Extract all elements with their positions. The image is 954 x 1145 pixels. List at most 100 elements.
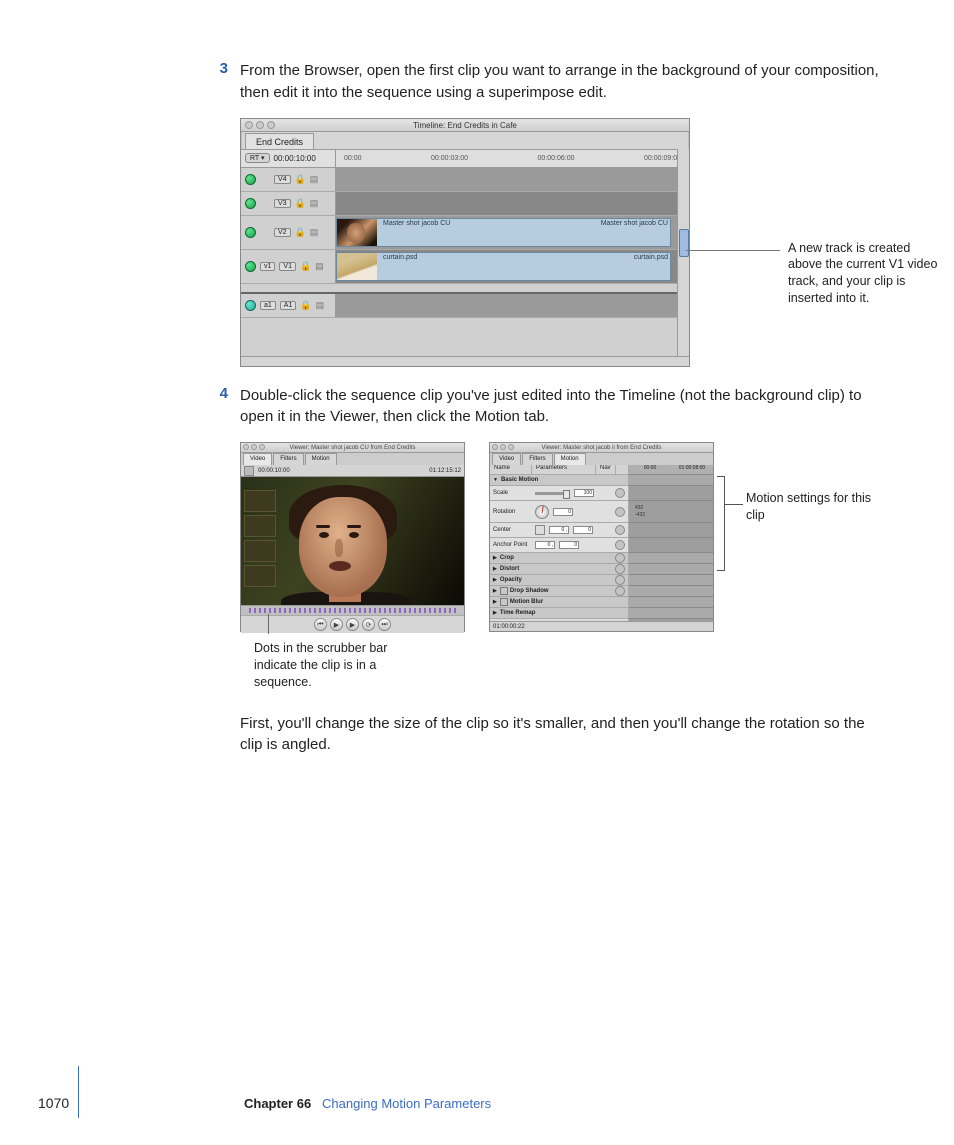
timeline-scrollbar-v[interactable] <box>677 149 689 356</box>
rotation-dial[interactable] <box>535 505 549 519</box>
track-label-v1[interactable]: V1 <box>279 262 296 271</box>
viewer-title: Viewer: Master shot jacob CU from End Cr… <box>290 445 416 451</box>
visibility-icon[interactable] <box>245 174 256 185</box>
lock-icon[interactable]: 🔒 <box>295 174 306 185</box>
callout-scrubber: Dots in the scrubber bar indicate the cl… <box>254 640 414 691</box>
track-label-v4[interactable]: V4 <box>274 175 291 184</box>
track-v3: V3🔒▤ <box>241 192 689 216</box>
step-3: 3 From the Browser, open the first clip … <box>70 60 884 104</box>
viewer-video: Viewer: Master shot jacob CU from End Cr… <box>240 442 465 632</box>
track-src-v1[interactable]: v1 <box>260 262 275 271</box>
page-number: 1070 <box>38 1095 69 1111</box>
tab-filters[interactable]: Filters <box>522 453 552 465</box>
rotation-value[interactable]: 0 <box>553 508 573 516</box>
keyframe-button[interactable] <box>615 553 625 563</box>
checkbox-icon[interactable] <box>500 598 508 606</box>
callout-motion: Motion settings for this clip <box>746 490 876 524</box>
scale-value[interactable]: 100 <box>574 489 594 497</box>
row-scale[interactable]: Scale100 <box>490 486 628 501</box>
tab-video[interactable]: Video <box>492 453 521 465</box>
viewer-motion: Viewer: Master shot jacob ii from End Cr… <box>489 442 714 632</box>
tab-motion[interactable]: Motion <box>305 453 337 465</box>
visibility-icon[interactable] <box>245 261 256 272</box>
step-3-number: 3 <box>212 60 228 104</box>
row-center[interactable]: Center0 ,0 <box>490 523 628 538</box>
track-label-a1[interactable]: A1 <box>280 301 297 310</box>
crosshair-icon[interactable] <box>535 525 545 535</box>
audio-icon[interactable] <box>245 300 256 311</box>
col-name: Name <box>490 465 532 474</box>
viewer-figure-row: Viewer: Master shot jacob CU from End Cr… <box>240 442 884 632</box>
step-4: 4 Double-click the sequence clip you've … <box>70 385 884 429</box>
motion-timecode: 01:00:00:22 <box>493 624 525 630</box>
callout-timeline: A new track is created above the current… <box>788 240 938 308</box>
track-label-v3[interactable]: V3 <box>274 199 291 208</box>
track-label-v2[interactable]: V2 <box>274 228 291 237</box>
timeline-figure: Timeline: End Credits in Cafe End Credit… <box>240 118 884 367</box>
bracket-icon <box>717 476 725 571</box>
keyframe-button[interactable] <box>615 564 625 574</box>
col-nav: Nav <box>596 465 616 474</box>
viewer-tc-in: 00:00:10:00 <box>258 468 290 474</box>
lock-icon[interactable]: 🔒 <box>295 227 306 238</box>
timeline-timecode: 00:00:10:00 <box>274 154 316 163</box>
tab-motion[interactable]: Motion <box>554 453 586 465</box>
scrubber-bar[interactable] <box>241 606 464 616</box>
timeline-ruler[interactable]: 00:00 00:00:03:00 00:00:06:00 00:00:09:0… <box>336 150 689 167</box>
keyframe-button[interactable] <box>615 507 625 517</box>
section-basic-motion[interactable]: ▼Basic Motion <box>490 475 628 486</box>
next-edit-icon[interactable]: ⏭ <box>378 618 391 631</box>
play-icon[interactable]: ▶ <box>346 618 359 631</box>
play-around-icon[interactable]: ⟳ <box>362 618 375 631</box>
timeline-titlebar: Timeline: End Credits in Cafe <box>241 119 689 132</box>
keyframe-button[interactable] <box>615 540 625 550</box>
keyframe-button[interactable] <box>615 525 625 535</box>
clip-v2[interactable]: Master shot jacob CU Master shot jacob C… <box>336 218 671 247</box>
row-anchor[interactable]: Anchor Point0 ,0 <box>490 538 628 553</box>
timeline-footer <box>241 356 689 366</box>
section-opacity[interactable]: ▶Opacity <box>490 575 628 586</box>
step-4-text: Double-click the sequence clip you've ju… <box>240 385 884 429</box>
track-a1: a1A1🔒▤ <box>241 294 689 318</box>
lock-icon[interactable]: 🔒 <box>300 261 311 272</box>
row-rotation[interactable]: Rotation0 <box>490 501 628 523</box>
clip-thumbnail <box>337 253 377 280</box>
body-paragraph: First, you'll change the size of the cli… <box>240 713 884 757</box>
keyframe-button[interactable] <box>615 575 625 585</box>
keyframe-button[interactable] <box>615 586 625 596</box>
visibility-icon[interactable] <box>245 227 256 238</box>
zoom-menu[interactable] <box>244 466 254 476</box>
viewer-title: Viewer: Master shot jacob ii from End Cr… <box>542 445 662 451</box>
play-in-out-icon[interactable]: ▶ <box>330 618 343 631</box>
step-4-number: 4 <box>212 385 228 429</box>
track-v1: v1V1🔒▤ curtain.psd curtain.psd <box>241 250 689 284</box>
tab-video[interactable]: Video <box>243 453 272 465</box>
viewer-tc-out: 01:12:15:12 <box>429 468 461 474</box>
clip-thumbnail <box>337 219 377 246</box>
footer-divider <box>78 1066 79 1118</box>
scale-slider[interactable] <box>535 492 570 495</box>
visibility-icon[interactable] <box>245 198 256 209</box>
keyframe-button[interactable] <box>615 488 625 498</box>
section-motionblur[interactable]: ▶Motion Blur <box>490 597 628 608</box>
section-timeremap[interactable]: ▶Time Remap <box>490 608 628 619</box>
tab-filters[interactable]: Filters <box>273 453 303 465</box>
col-params: Parameters <box>532 465 596 474</box>
checkbox-icon[interactable] <box>500 587 508 595</box>
track-v4: V4🔒▤ <box>241 168 689 192</box>
section-dropshadow[interactable]: ▶Drop Shadow <box>490 586 628 597</box>
viewer-canvas[interactable] <box>241 477 464 605</box>
window-traffic-lights <box>245 121 275 129</box>
chapter-label: Chapter 66 Changing Motion Parameters <box>244 1096 491 1111</box>
lock-icon[interactable]: 🔒 <box>300 300 311 311</box>
prev-edit-icon[interactable]: ⏮ <box>314 618 327 631</box>
section-crop[interactable]: ▶Crop <box>490 553 628 564</box>
rt-button[interactable]: RT ▾ <box>245 153 270 163</box>
timeline-window: Timeline: End Credits in Cafe End Credit… <box>240 118 690 367</box>
timeline-title: Timeline: End Credits in Cafe <box>413 121 517 130</box>
section-distort[interactable]: ▶Distort <box>490 564 628 575</box>
timeline-tab[interactable]: End Credits <box>245 133 314 149</box>
track-src-a1[interactable]: a1 <box>260 301 276 310</box>
lock-icon[interactable]: 🔒 <box>295 198 306 209</box>
clip-v1[interactable]: curtain.psd curtain.psd <box>336 252 671 281</box>
